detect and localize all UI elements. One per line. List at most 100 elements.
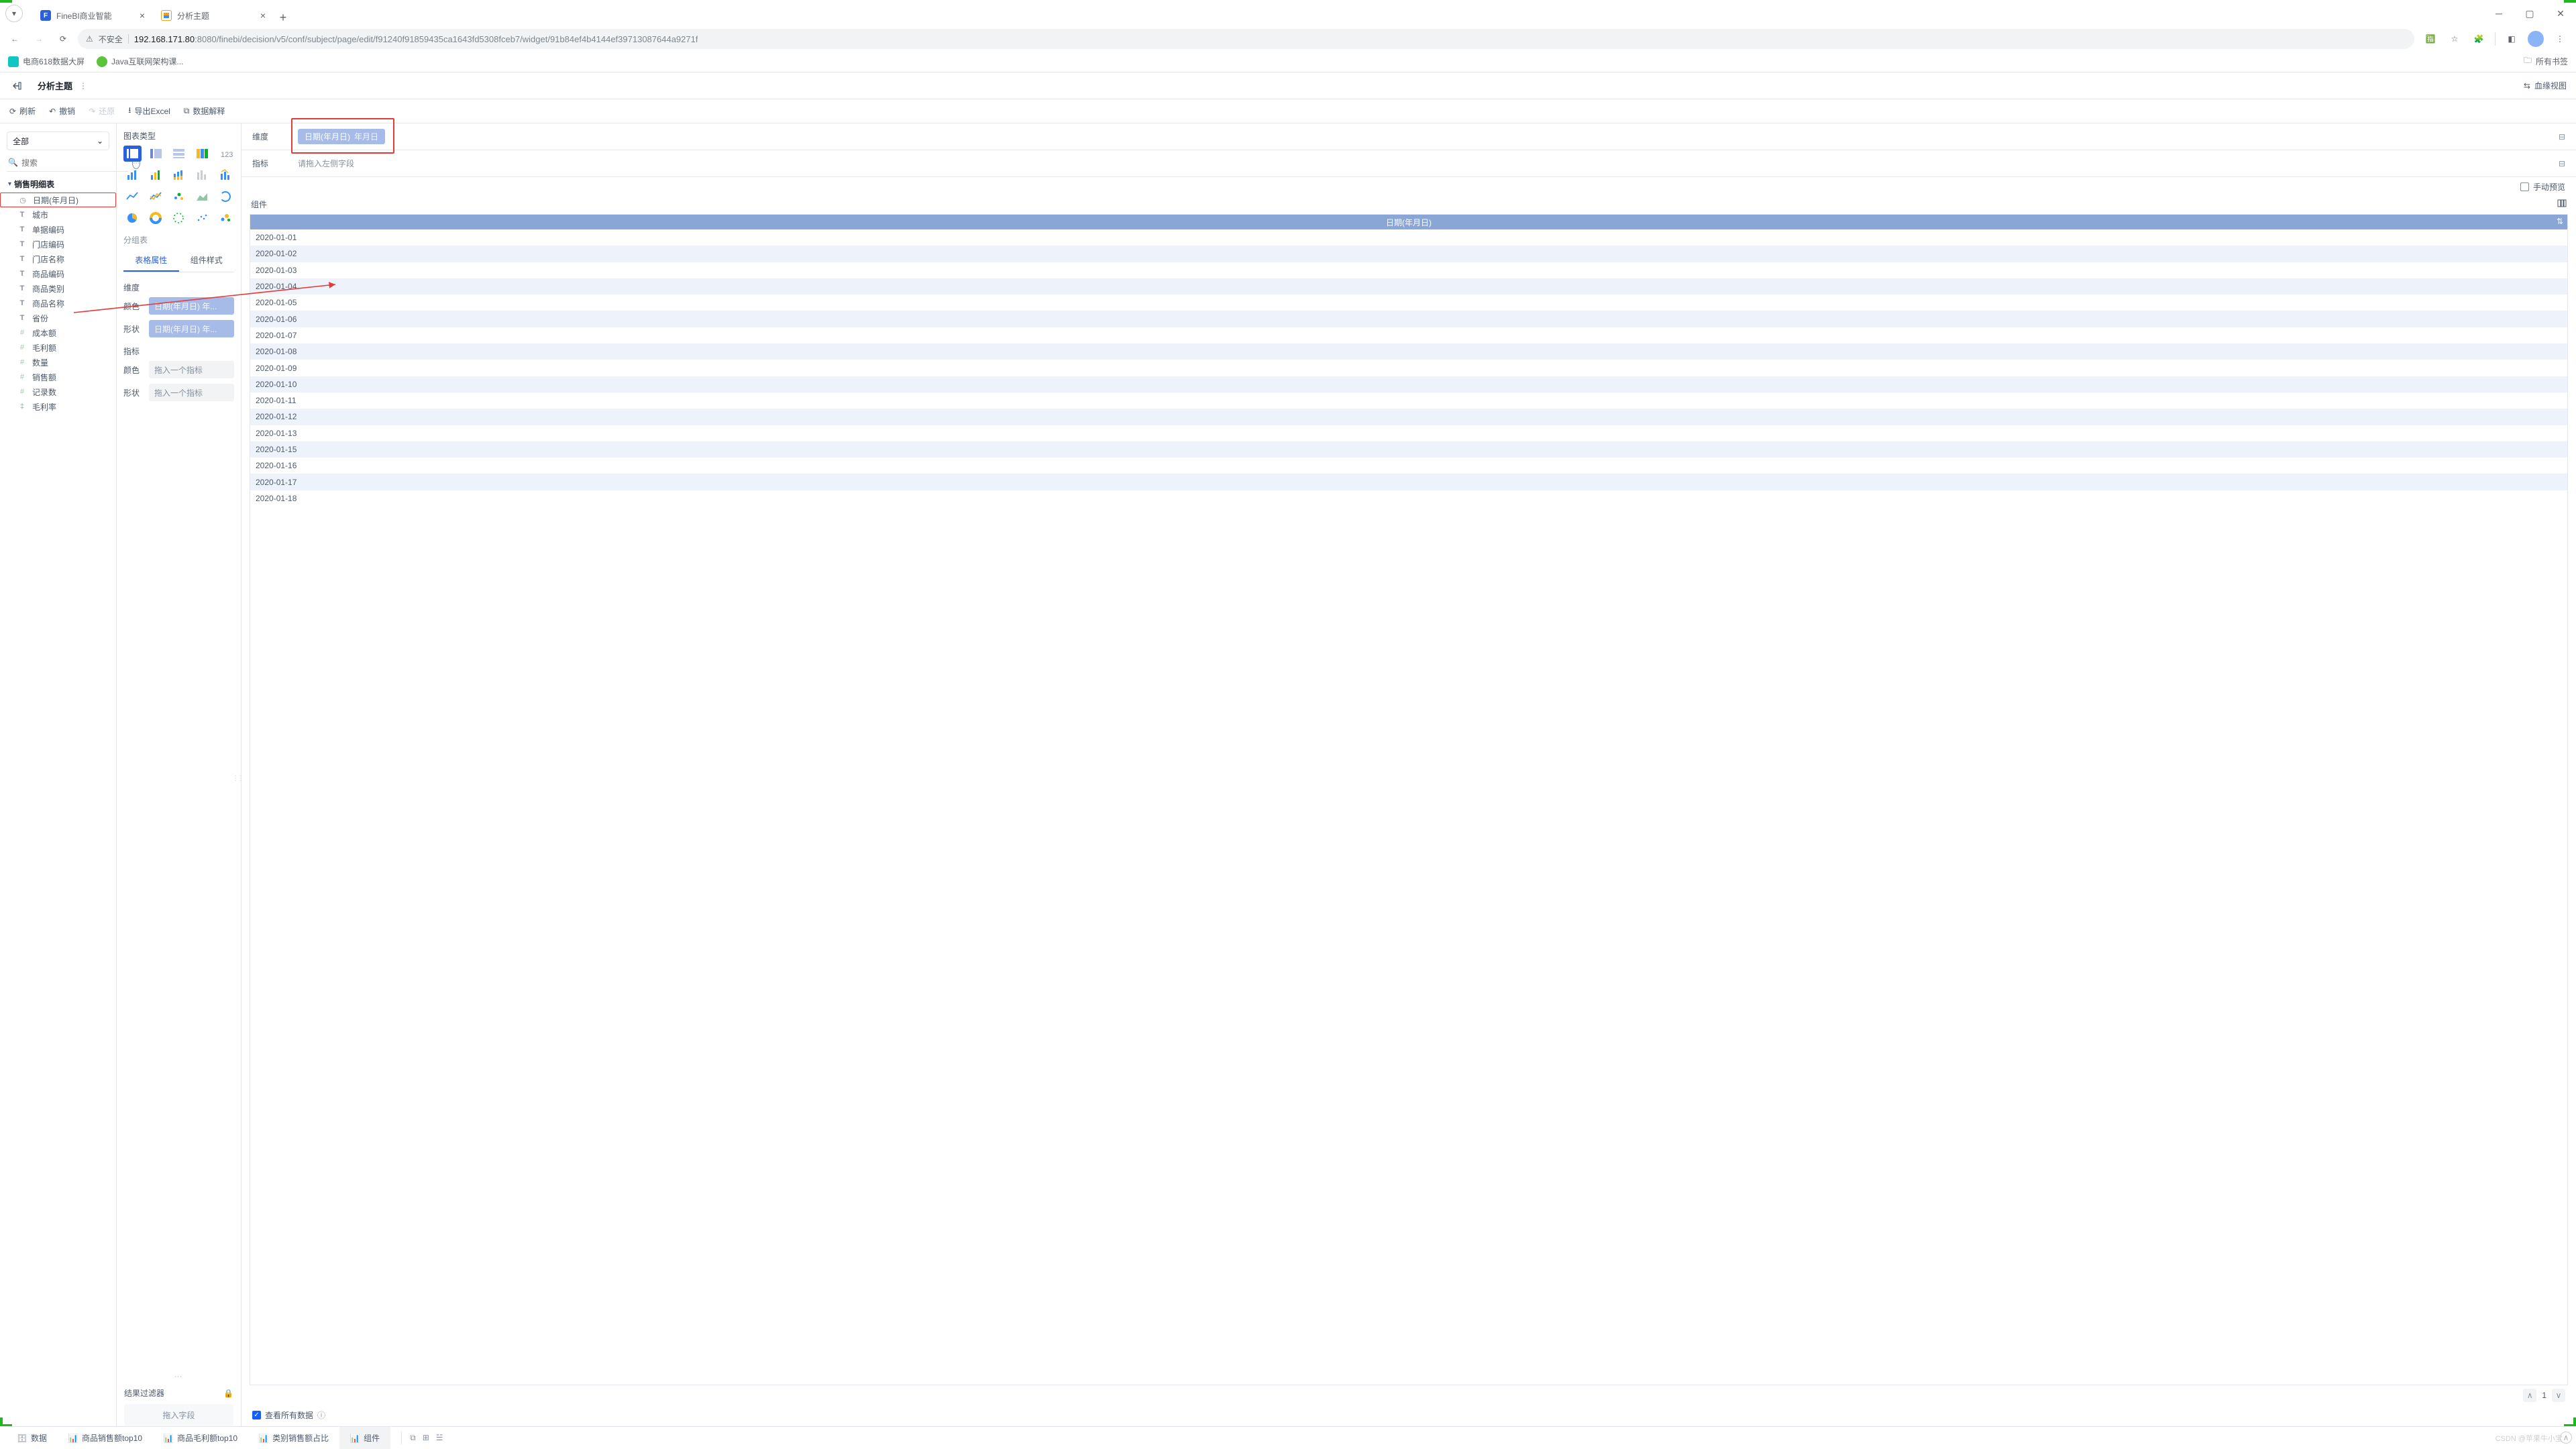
all-bookmarks-button[interactable]: 🗀 所有书签 xyxy=(2524,54,2568,68)
bottom-tab[interactable]: 📊商品毛利额top10 xyxy=(153,1427,248,1449)
tab-close-icon[interactable]: × xyxy=(260,10,266,21)
table-row[interactable]: 2020-01-02 xyxy=(250,246,2567,262)
field-item[interactable]: T商品名称 xyxy=(0,296,116,311)
sidepanel-icon[interactable]: ◧ xyxy=(2501,28,2522,50)
chart-type-item[interactable] xyxy=(123,146,142,162)
tab-table-attrs[interactable]: 表格属性 xyxy=(123,250,179,272)
manual-preview-label[interactable]: 手动预览 xyxy=(2533,181,2565,193)
chart-type-item[interactable] xyxy=(216,167,234,183)
back-button[interactable] xyxy=(9,78,24,93)
field-item[interactable]: #数量 xyxy=(0,355,116,370)
field-item[interactable]: #成本额 xyxy=(0,325,116,340)
shape-metric-drop[interactable]: 拖入一个指标 xyxy=(149,384,234,401)
tool-icon[interactable]: ⧉ xyxy=(410,1433,416,1443)
table-header[interactable]: 日期(年月日) ⇅ xyxy=(250,215,2567,229)
table-row[interactable]: 2020-01-13 xyxy=(250,425,2567,441)
chart-type-item[interactable] xyxy=(147,189,165,205)
field-search-input[interactable] xyxy=(7,154,128,172)
extensions-icon[interactable]: 🧩 xyxy=(2468,28,2489,50)
field-item[interactable]: T商品类别 xyxy=(0,281,116,296)
table-row[interactable]: 2020-01-17 xyxy=(250,474,2567,490)
field-item[interactable]: T省份 xyxy=(0,311,116,325)
browser-tab[interactable]: 分析主题 × xyxy=(153,4,274,27)
field-item[interactable]: ‡毛利率 xyxy=(0,399,116,414)
browser-tab[interactable]: F FineBI商业智能 × xyxy=(32,4,153,27)
chart-type-item[interactable] xyxy=(170,167,188,183)
chart-type-item[interactable] xyxy=(123,210,142,226)
export-button[interactable]: ⭳ 导出Excel xyxy=(128,104,170,118)
table-row[interactable]: 2020-01-11 xyxy=(250,392,2567,409)
omnibox[interactable]: ⚠ 不安全 192.168.171.80:8080/finebi/decisio… xyxy=(78,29,2414,49)
measure-settings-icon[interactable]: ⊟ xyxy=(2559,159,2565,168)
table-row[interactable]: 2020-01-01 xyxy=(250,229,2567,246)
table-row[interactable]: 2020-01-12 xyxy=(250,409,2567,425)
field-item[interactable]: #记录数 xyxy=(0,384,116,399)
view-all-checkbox[interactable]: ✓ xyxy=(252,1411,261,1419)
nav-back[interactable]: ← xyxy=(5,30,24,48)
field-item[interactable]: ◷日期(年月日) xyxy=(0,193,116,207)
profile-avatar[interactable] xyxy=(2525,28,2546,50)
field-item[interactable]: #销售额 xyxy=(0,370,116,384)
measure-placeholder[interactable]: 请拖入左侧字段 xyxy=(298,158,354,169)
tool-icon[interactable]: ☱ xyxy=(436,1433,443,1442)
chart-type-item[interactable] xyxy=(147,167,165,183)
kebab-menu-icon[interactable]: ⋮ xyxy=(2549,28,2571,50)
field-item[interactable]: #毛利额 xyxy=(0,340,116,355)
field-item[interactable]: T商品编码 xyxy=(0,266,116,281)
field-item[interactable]: T门店名称 xyxy=(0,252,116,266)
page-next[interactable]: ∨ xyxy=(2552,1389,2565,1402)
filter-drop-zone[interactable]: 拖入字段 xyxy=(124,1404,233,1426)
bottom-tab[interactable]: 📊类别销售额占比 xyxy=(248,1427,339,1449)
bottom-tab[interactable]: 📊商品销售额top10 xyxy=(58,1427,153,1449)
bookmark-star-icon[interactable]: ☆ xyxy=(2444,28,2465,50)
table-row[interactable]: 2020-01-16 xyxy=(250,458,2567,474)
new-tab-button[interactable]: + xyxy=(274,8,292,27)
table-row[interactable]: 2020-01-09 xyxy=(250,360,2567,376)
refresh-button[interactable]: ⟳ 刷新 xyxy=(9,105,36,117)
nav-forward[interactable]: → xyxy=(30,30,48,48)
field-item[interactable]: T单据编码 xyxy=(0,222,116,237)
resize-handle[interactable]: ⋯ xyxy=(123,1372,234,1381)
more-icon[interactable]: ⋮ xyxy=(79,81,87,91)
table-node[interactable]: ▾ 销售明细表 xyxy=(0,177,116,193)
dimension-settings-icon[interactable]: ⊟ xyxy=(2559,132,2565,142)
chart-type-item[interactable] xyxy=(216,210,234,226)
table-row[interactable]: 2020-01-03 xyxy=(250,262,2567,278)
chart-type-item[interactable] xyxy=(147,210,165,226)
table-row[interactable]: 2020-01-10 xyxy=(250,376,2567,392)
field-item[interactable]: T门店编码 xyxy=(0,237,116,252)
chart-type-item[interactable] xyxy=(216,189,234,205)
redo-button[interactable]: ↷ 还原 xyxy=(89,105,115,117)
chart-type-item[interactable] xyxy=(170,146,188,162)
tab-component-style[interactable]: 组件样式 xyxy=(179,250,235,272)
table-row[interactable]: 2020-01-06 xyxy=(250,311,2567,327)
dimension-pill[interactable]: 日期(年月日)年月日 xyxy=(298,129,385,144)
translate-icon[interactable]: 🈯 xyxy=(2420,28,2441,50)
chart-type-item[interactable] xyxy=(123,189,142,205)
tab-search-button[interactable]: ▾ xyxy=(5,5,23,22)
drag-handle-icon[interactable]: ⋮⋮ xyxy=(232,775,243,782)
chart-type-item[interactable] xyxy=(193,189,211,205)
lock-icon[interactable]: 🔒 xyxy=(223,1389,233,1398)
window-close[interactable]: ✕ xyxy=(2545,0,2576,27)
tab-close-icon[interactable]: × xyxy=(140,10,145,21)
tool-icon[interactable]: ⊞ xyxy=(423,1433,429,1442)
window-minimize[interactable]: ─ xyxy=(2483,0,2514,27)
bottom-tab[interactable]: 📊组件 xyxy=(339,1427,390,1449)
bottom-tab[interactable]: 🗄数据 xyxy=(7,1427,58,1449)
sort-icon[interactable]: ⇅ xyxy=(2557,217,2563,226)
table-row[interactable]: 2020-01-15 xyxy=(250,441,2567,458)
chart-type-item[interactable]: 123 xyxy=(216,146,234,162)
lineage-button[interactable]: ⇆ 血缘视图 xyxy=(2524,80,2567,91)
chart-type-item[interactable] xyxy=(123,167,142,183)
table-row[interactable]: 2020-01-08 xyxy=(250,343,2567,360)
chart-type-item[interactable] xyxy=(193,210,211,226)
view-all-label[interactable]: 查看所有数据 xyxy=(265,1409,313,1421)
table-row[interactable]: 2020-01-07 xyxy=(250,327,2567,343)
corner-button[interactable]: ∧ xyxy=(2560,1432,2572,1444)
chart-type-item[interactable] xyxy=(193,167,211,183)
explain-button[interactable]: ⧉ 数据解释 xyxy=(184,105,225,117)
table-row[interactable]: 2020-01-05 xyxy=(250,294,2567,311)
table-row[interactable]: 2020-01-18 xyxy=(250,490,2567,506)
page-prev[interactable]: ∧ xyxy=(2523,1389,2536,1402)
